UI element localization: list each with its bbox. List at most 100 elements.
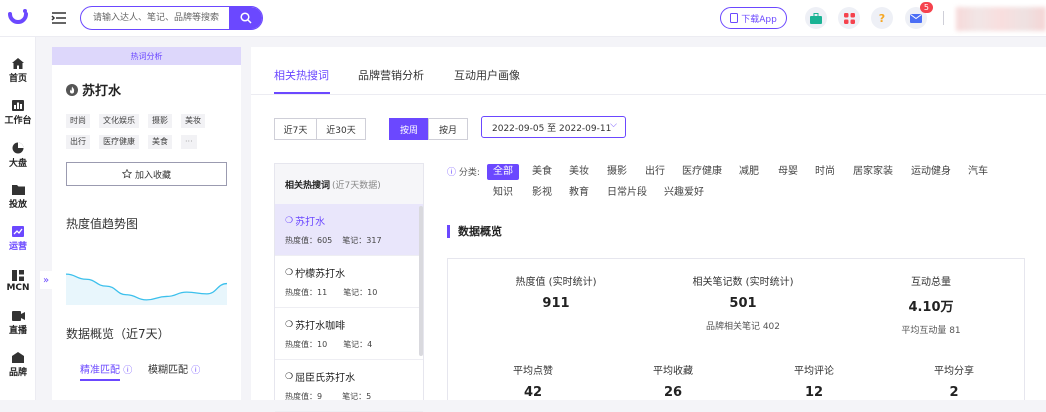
category-item[interactable]: 运动健身	[905, 164, 957, 180]
stat-value: 2	[949, 385, 959, 400]
period-weekly[interactable]: 按周	[389, 118, 429, 140]
tab-label: 精准匹配	[80, 365, 120, 376]
tab-label: 模糊匹配	[148, 365, 188, 376]
category-all[interactable]: 全部	[487, 164, 519, 180]
stat-interactions: 互动总量 4.10万 平均互动量 81	[873, 273, 989, 336]
messages-button[interactable]: 5	[905, 2, 933, 29]
nav-item-mcn[interactable]: MCN	[0, 261, 36, 301]
tab-brand-marketing[interactable]: 品牌营销分析	[358, 67, 424, 83]
nav-item-brand[interactable]: 品牌	[0, 345, 36, 385]
period-monthly[interactable]: 按月	[428, 118, 468, 140]
nav-item-operations[interactable]: 运营	[0, 219, 36, 259]
list-item[interactable]: ❍ 屈臣氏苏打水 热度值：9 笔记：5	[275, 360, 423, 412]
logo-icon[interactable]	[6, 6, 30, 30]
category-item[interactable]: 母婴	[772, 164, 804, 180]
tab-fuzzy-match[interactable]: 模糊匹配 ⓘ	[148, 361, 200, 376]
user-avatar[interactable]	[956, 7, 1046, 31]
tag: 文化娱乐	[99, 114, 139, 128]
tab-related-keywords[interactable]: 相关热搜词	[274, 67, 329, 83]
stat-avg-likes: 平均点赞 42	[493, 362, 573, 400]
category-item[interactable]: 兴趣爱好	[658, 185, 710, 201]
flame-icon: ❍	[285, 215, 294, 226]
flame-icon: ❍	[285, 267, 294, 278]
item-name: 柠檬苏打水	[295, 269, 346, 280]
category-item[interactable]: 影视	[526, 185, 558, 201]
help-button[interactable]: ?	[871, 7, 893, 29]
stat-label: 平均分享	[934, 366, 974, 377]
stat-label: 相关笔记数 (实时统计)	[692, 277, 794, 288]
nav-item-live[interactable]: 直播	[0, 303, 36, 343]
tab-exact-match[interactable]: 精准匹配 ⓘ	[80, 361, 132, 376]
nav-label: 投放	[8, 200, 27, 210]
category-item[interactable]: 美妆	[563, 164, 595, 180]
category-item[interactable]: 美食	[526, 164, 558, 180]
add-favorite-button[interactable]: 加入收藏	[66, 162, 227, 186]
stat-avg-favorites: 平均收藏 26	[633, 362, 713, 400]
chevron-down-icon: ⌵	[610, 120, 617, 130]
category-item[interactable]: 教育	[563, 185, 595, 201]
download-app-button[interactable]: 下载App	[720, 7, 787, 29]
expand-nav-button[interactable]: »	[40, 271, 52, 289]
category-item[interactable]: 知识	[487, 185, 519, 201]
double-chevron-right-icon: »	[42, 274, 50, 286]
nav-label: 首页	[8, 74, 27, 84]
tag: 出行	[66, 135, 90, 149]
category-item[interactable]: 医疗健康	[676, 164, 728, 180]
help-circle-icon: ⓘ	[447, 168, 457, 178]
tag: 时尚	[66, 114, 90, 128]
range-7-days[interactable]: 近7天	[274, 118, 317, 140]
phone-icon	[730, 13, 739, 23]
category-item[interactable]: 居家家装	[847, 164, 899, 180]
trend-icon	[12, 226, 24, 237]
nav-label: 直播	[8, 325, 27, 336]
category-item[interactable]: 时尚	[809, 164, 841, 180]
search-box	[80, 6, 263, 30]
flame-icon: ❍	[285, 371, 294, 382]
search-input[interactable]	[81, 7, 231, 29]
home-icon	[12, 58, 24, 69]
stat-label: 平均点赞	[513, 366, 553, 377]
folder-icon	[11, 185, 25, 195]
stat-value: 4.10万	[908, 300, 954, 315]
list-item[interactable]: ❍ 苏打水 热度值：605 笔记：317	[275, 204, 423, 256]
list-item[interactable]: ❍ 柠檬苏打水 热度值：11 笔记：10	[275, 256, 423, 308]
brand-icon	[12, 352, 24, 363]
nav-label: 品牌	[8, 368, 27, 378]
tag: 摄影	[148, 114, 172, 128]
category-item[interactable]: 减肥	[733, 164, 765, 180]
menu-toggle-icon[interactable]	[50, 9, 68, 27]
list-title: 相关热搜词	[285, 180, 331, 191]
category-item[interactable]: 日常片段	[601, 185, 653, 201]
category-item[interactable]: 摄影	[601, 164, 633, 180]
nav-label: MCN	[6, 282, 30, 293]
apps-button[interactable]	[838, 7, 860, 29]
list-scrollbar[interactable]	[419, 206, 423, 356]
briefcase-button[interactable]	[805, 7, 827, 29]
flame-icon: ❍	[285, 319, 294, 330]
stat-sub: 品牌相关笔记 402	[705, 322, 781, 332]
date-range-picker[interactable]: 2022-09-05 至 2022-09-11 ⌵	[481, 116, 626, 138]
nav-item-home[interactable]: 首页	[0, 51, 36, 91]
stat-label: 平均评论	[794, 366, 834, 377]
range-30-days[interactable]: 近30天	[316, 118, 366, 140]
stat-label: 互动总量	[911, 277, 951, 288]
panel-header: 热词分析	[52, 47, 241, 65]
search-button[interactable]	[229, 7, 262, 29]
download-label: 下载App	[741, 14, 777, 25]
list-header: 相关热搜词 (近7天数据)	[275, 164, 423, 204]
tab-user-profile[interactable]: 互动用户画像	[454, 67, 520, 83]
category-item[interactable]: 汽车	[962, 164, 994, 180]
nav-label: 运营	[8, 242, 27, 252]
item-name: 苏打水	[295, 217, 326, 228]
mail-icon	[910, 13, 922, 23]
nav-item-workbench[interactable]: 工作台	[0, 93, 36, 133]
nav-item-market[interactable]: 大盘	[0, 135, 36, 175]
active-tab-underline	[80, 379, 120, 381]
list-item[interactable]: ❍ 苏打水咖啡 热度值：10 笔记：4	[275, 308, 423, 360]
top-bar: 下载App ? 5	[0, 0, 1046, 37]
keyword-panel: 热词分析 苏打水 时尚 文化娱乐 摄影 美妆 出行 医疗健康 美食 ··· 加入…	[52, 47, 241, 400]
category-item[interactable]: 出行	[639, 164, 671, 180]
more-tags-button[interactable]: ···	[181, 135, 197, 149]
nav-item-ads[interactable]: 投放	[0, 177, 36, 217]
overview-title: 数据概览	[447, 225, 502, 238]
